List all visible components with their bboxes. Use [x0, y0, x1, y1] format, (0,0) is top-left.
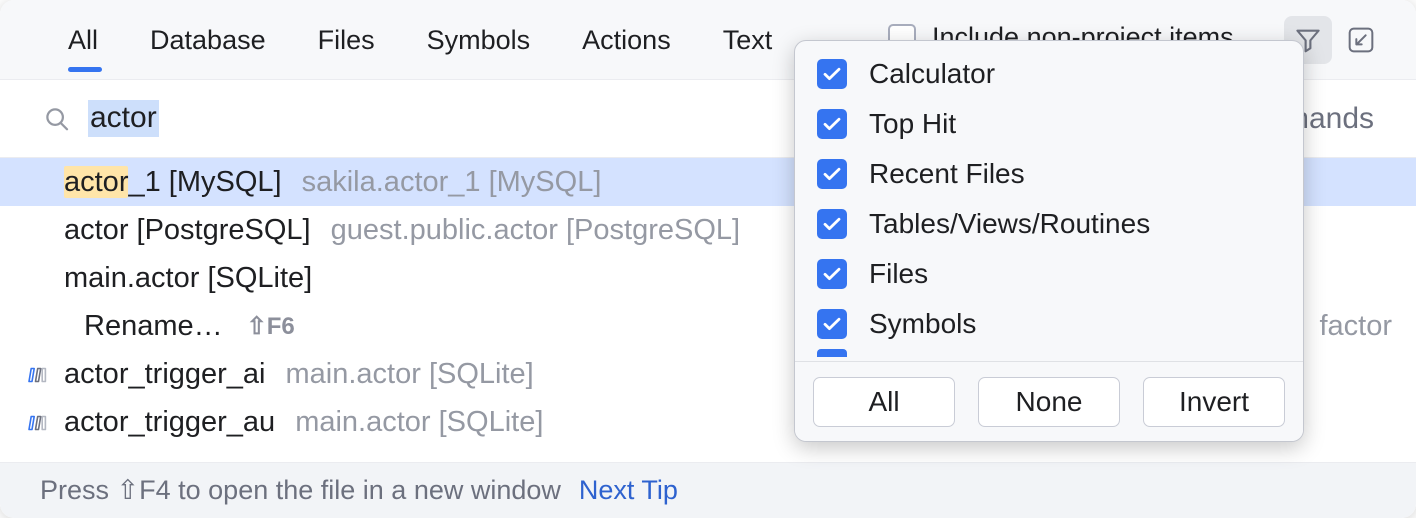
tab-files-label: Files — [318, 25, 375, 56]
tab-database[interactable]: Database — [124, 0, 292, 80]
filter-item-symbols[interactable]: Symbols — [795, 299, 1303, 349]
trigger-icon — [24, 409, 54, 435]
tab-actions-label: Actions — [582, 25, 671, 56]
result-subtitle: main.actor [SQLite] — [295, 406, 543, 439]
checkbox-checked-icon — [817, 109, 847, 139]
select-all-button[interactable]: All — [813, 377, 955, 427]
filter-item-label: Recent Files — [869, 158, 1025, 190]
result-title: actor_1 [MySQL] — [64, 166, 282, 199]
match-highlight: actor — [64, 166, 128, 198]
filter-item-label: Tables/Views/Routines — [869, 208, 1150, 240]
search-input[interactable]: actor — [88, 100, 159, 137]
tab-active-indicator — [68, 67, 102, 72]
filter-item-label: Files — [869, 258, 928, 290]
row-content: actor [PostgreSQL] guest.public.actor [P… — [24, 214, 740, 247]
filter-item-label: Top Hit — [869, 108, 956, 140]
result-subtitle: guest.public.actor [PostgreSQL] — [331, 214, 740, 247]
row-content: Rename… ⇧F6 — [84, 310, 295, 343]
tip-text: Press ⇧F4 to open the file in a new wind… — [40, 475, 561, 506]
tab-all[interactable]: All — [46, 0, 124, 80]
tab-files[interactable]: Files — [292, 0, 401, 80]
tab-database-label: Database — [150, 25, 266, 56]
tab-bar: All Database Files Symbols Actions — [46, 0, 798, 80]
filter-popup: Calculator Top Hit Recent Files Tables/V… — [794, 40, 1304, 442]
checkbox-checked-icon — [817, 309, 847, 339]
tab-symbols[interactable]: Symbols — [401, 0, 557, 80]
screen: All Database Files Symbols Actions — [0, 0, 1416, 518]
tab-text-label: Text — [723, 25, 773, 56]
checkbox-checked-icon — [817, 209, 847, 239]
trigger-icon — [24, 361, 54, 387]
result-title-rest: _1 [MySQL] — [128, 166, 281, 198]
filter-item-files[interactable]: Files — [795, 249, 1303, 299]
tab-all-label: All — [68, 25, 98, 56]
shortcut-label: ⇧F6 — [247, 312, 295, 341]
next-tip-link[interactable]: Next Tip — [579, 475, 678, 506]
arrow-down-left-icon[interactable] — [1337, 16, 1385, 64]
result-title: main.actor [SQLite] — [64, 262, 312, 295]
row-content: actor_trigger_au main.actor [SQLite] — [24, 406, 543, 439]
tab-text[interactable]: Text — [697, 0, 799, 80]
row-content: actor_1 [MySQL] sakila.actor_1 [MySQL] — [24, 166, 601, 199]
result-title: actor_trigger_ai — [64, 358, 266, 391]
filter-item-calculator[interactable]: Calculator — [795, 49, 1303, 99]
invert-selection-button[interactable]: Invert — [1143, 377, 1285, 427]
filter-item-label: Symbols — [869, 308, 976, 340]
result-group-label: factor — [1319, 310, 1392, 343]
search-icon — [42, 104, 72, 134]
filter-item-tables-views-routines[interactable]: Tables/Views/Routines — [795, 199, 1303, 249]
result-title: actor_trigger_au — [64, 406, 275, 439]
tab-symbols-label: Symbols — [427, 25, 531, 56]
checkbox-checked-icon — [817, 59, 847, 89]
tip-bar: Press ⇧F4 to open the file in a new wind… — [0, 462, 1416, 518]
checkbox-checked-icon — [817, 259, 847, 289]
result-title: actor [PostgreSQL] — [64, 214, 311, 247]
result-title: Rename… — [84, 310, 223, 343]
checkbox-checked-icon — [817, 349, 847, 357]
filter-item-top-hit[interactable]: Top Hit — [795, 99, 1303, 149]
row-content: actor_trigger_ai main.actor [SQLite] — [24, 358, 534, 391]
result-subtitle: sakila.actor_1 [MySQL] — [302, 166, 602, 199]
filter-action-bar: All None Invert — [795, 361, 1303, 441]
filter-contributor-list: Calculator Top Hit Recent Files Tables/V… — [795, 41, 1303, 369]
filter-item-label: Calculator — [869, 58, 995, 90]
select-none-button[interactable]: None — [978, 377, 1120, 427]
result-subtitle: main.actor [SQLite] — [286, 358, 534, 391]
tab-actions[interactable]: Actions — [556, 0, 697, 80]
filter-item-recent-files[interactable]: Recent Files — [795, 149, 1303, 199]
row-content: main.actor [SQLite] — [24, 262, 312, 295]
checkbox-checked-icon — [817, 159, 847, 189]
